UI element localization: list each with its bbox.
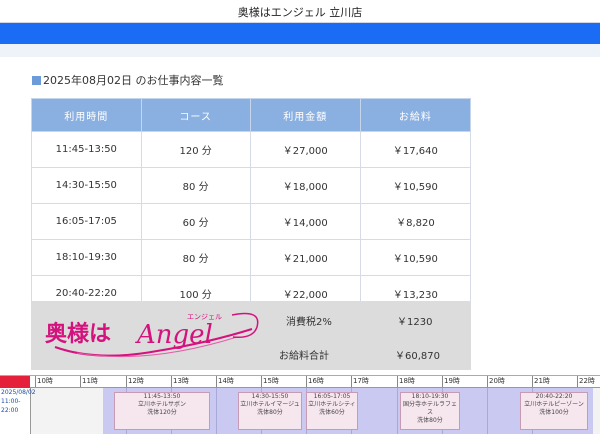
booking-hotel: 立川ホテルシティ [308, 401, 356, 408]
timeline-date-marker [0, 376, 30, 388]
hour-label: 13時 [171, 376, 189, 387]
total-value: ￥60,870 [395, 351, 440, 362]
hour-label: 21時 [532, 376, 550, 387]
square-bullet-icon [32, 76, 41, 85]
table-row: 14:30-15:50 80 分 ￥18,000 ￥10,590 [31, 167, 472, 204]
work-table: 利用時間 コース 利用金額 お給料 11:45-13:50 120 分 ￥27,… [31, 98, 472, 312]
booking-detail: 洗体80分 [417, 417, 443, 424]
booking-detail: 洗体100分 [539, 409, 569, 416]
booking-hotel: 立川ホテルイマージュ [240, 401, 300, 408]
hour-label: 10時 [35, 376, 53, 387]
timeline-booking[interactable]: 20:40-22:20 立川ホテルピーゾーン 洗体100分 [520, 392, 588, 430]
top-bar: 奥様はエンジェル 立川店 [0, 0, 600, 23]
booking-hotel: 立川ホテルピーゾーン [524, 401, 584, 408]
booking-time: 16:05-17:05 [313, 393, 351, 400]
hour-label: 20時 [487, 376, 505, 387]
timeline-booking[interactable]: 18:10-19:30 国分寺ホテルラフェス 洗体80分 [400, 392, 460, 430]
timeline-booking[interactable]: 11:45-13:50 立川ホテルサボン 洗体120分 [114, 392, 210, 430]
timeline-booking[interactable]: 16:05-17:05 立川ホテルシティ 洗体60分 [306, 392, 358, 430]
shop-title: 奥様はエンジェル 立川店 [237, 6, 363, 19]
booking-time: 18:10-19:30 [411, 393, 449, 400]
nav-bar [0, 23, 600, 44]
section-title-text: 2025年08月02日 のお仕事内容一覧 [43, 74, 224, 87]
cell-time: 16:05-17:05 [31, 203, 142, 240]
hour-label: 15時 [261, 376, 279, 387]
schedule-timeline: 10時 11時 12時 13時 14時 15時 16時 17時 18時 19時 … [0, 375, 600, 434]
timeline-gridline [216, 388, 217, 434]
hour-label: 14時 [216, 376, 234, 387]
timeline-booking[interactable]: 14:30-15:50 立川ホテルイマージュ 洗体80分 [238, 392, 302, 430]
table-row: 16:05-17:05 60 分 ￥14,000 ￥8,820 [31, 203, 472, 240]
timeline-header: 10時 11時 12時 13時 14時 15時 16時 17時 18時 19時 … [0, 376, 600, 388]
timeline-gridline [487, 388, 488, 434]
booking-time: 11:45-13:50 [143, 393, 181, 400]
section-title: 2025年08月02日 のお仕事内容一覧 [32, 72, 223, 88]
hour-label: 12時 [126, 376, 144, 387]
hour-label: 22時 [577, 376, 595, 387]
booking-detail: 洗体80分 [257, 409, 283, 416]
cell-course: 60 分 [140, 203, 251, 240]
cell-pay: ￥10,590 [359, 167, 472, 204]
cell-pay: ￥10,590 [359, 239, 472, 276]
hour-label: 11時 [80, 376, 98, 387]
hour-label: 18時 [397, 376, 415, 387]
logo-text-small: エンジェル [187, 313, 222, 321]
tax-label: 消費税2% [286, 317, 332, 328]
booking-hotel: 立川ホテルサボン [137, 401, 186, 408]
timeline-date-cell: 2025/08/02 11:00-22:00 [0, 388, 36, 434]
table-row: 18:10-19:30 80 分 ￥21,000 ￥10,590 [31, 239, 472, 276]
cell-course: 80 分 [140, 167, 251, 204]
angel-logo: 奥様は Angel エンジェル [45, 312, 259, 358]
column-header: 利用時間 [31, 98, 142, 132]
cell-pay: ￥17,640 [359, 131, 472, 168]
cell-amount: ￥27,000 [249, 131, 361, 168]
hour-label: 17時 [351, 376, 369, 387]
logo-text-main: 奥様は [45, 321, 111, 347]
tax-value: ￥1230 [397, 317, 433, 328]
booking-detail: 洗体120分 [147, 409, 177, 416]
cell-amount: ￥18,000 [249, 167, 361, 204]
column-header: コース [140, 98, 251, 132]
booking-hotel: 国分寺ホテルラフェス [402, 401, 457, 416]
table-footer: 奥様は Angel エンジェル 消費税2% ￥1230 お給料合計 ￥60,87… [31, 301, 471, 370]
column-header: お給料 [359, 98, 472, 132]
hour-label: 19時 [442, 376, 460, 387]
timeline-range: 11:00-22:00 [1, 398, 21, 414]
cell-time: 18:10-19:30 [31, 239, 142, 276]
booking-time: 20:40-22:20 [535, 393, 573, 400]
separator [0, 44, 600, 57]
timeline-gridline [397, 388, 398, 434]
column-header: 利用金額 [249, 98, 361, 132]
cell-amount: ￥14,000 [249, 203, 361, 240]
booking-detail: 洗体60分 [319, 409, 345, 416]
cell-amount: ￥21,000 [249, 239, 361, 276]
cell-course: 120 分 [140, 131, 251, 168]
logo-text-script: Angel [135, 320, 213, 350]
table-header-row: 利用時間 コース 利用金額 お給料 [31, 98, 472, 132]
booking-time: 14:30-15:50 [251, 393, 289, 400]
cell-course: 80 分 [140, 239, 251, 276]
timeline-date: 2025/08/02 [1, 389, 36, 396]
cell-time: 14:30-15:50 [31, 167, 142, 204]
total-label: お給料合計 [279, 351, 329, 362]
cell-time: 11:45-13:50 [31, 131, 142, 168]
table-row: 11:45-13:50 120 分 ￥27,000 ￥17,640 [31, 131, 472, 168]
cell-pay: ￥8,820 [359, 203, 472, 240]
hour-label: 16時 [306, 376, 324, 387]
